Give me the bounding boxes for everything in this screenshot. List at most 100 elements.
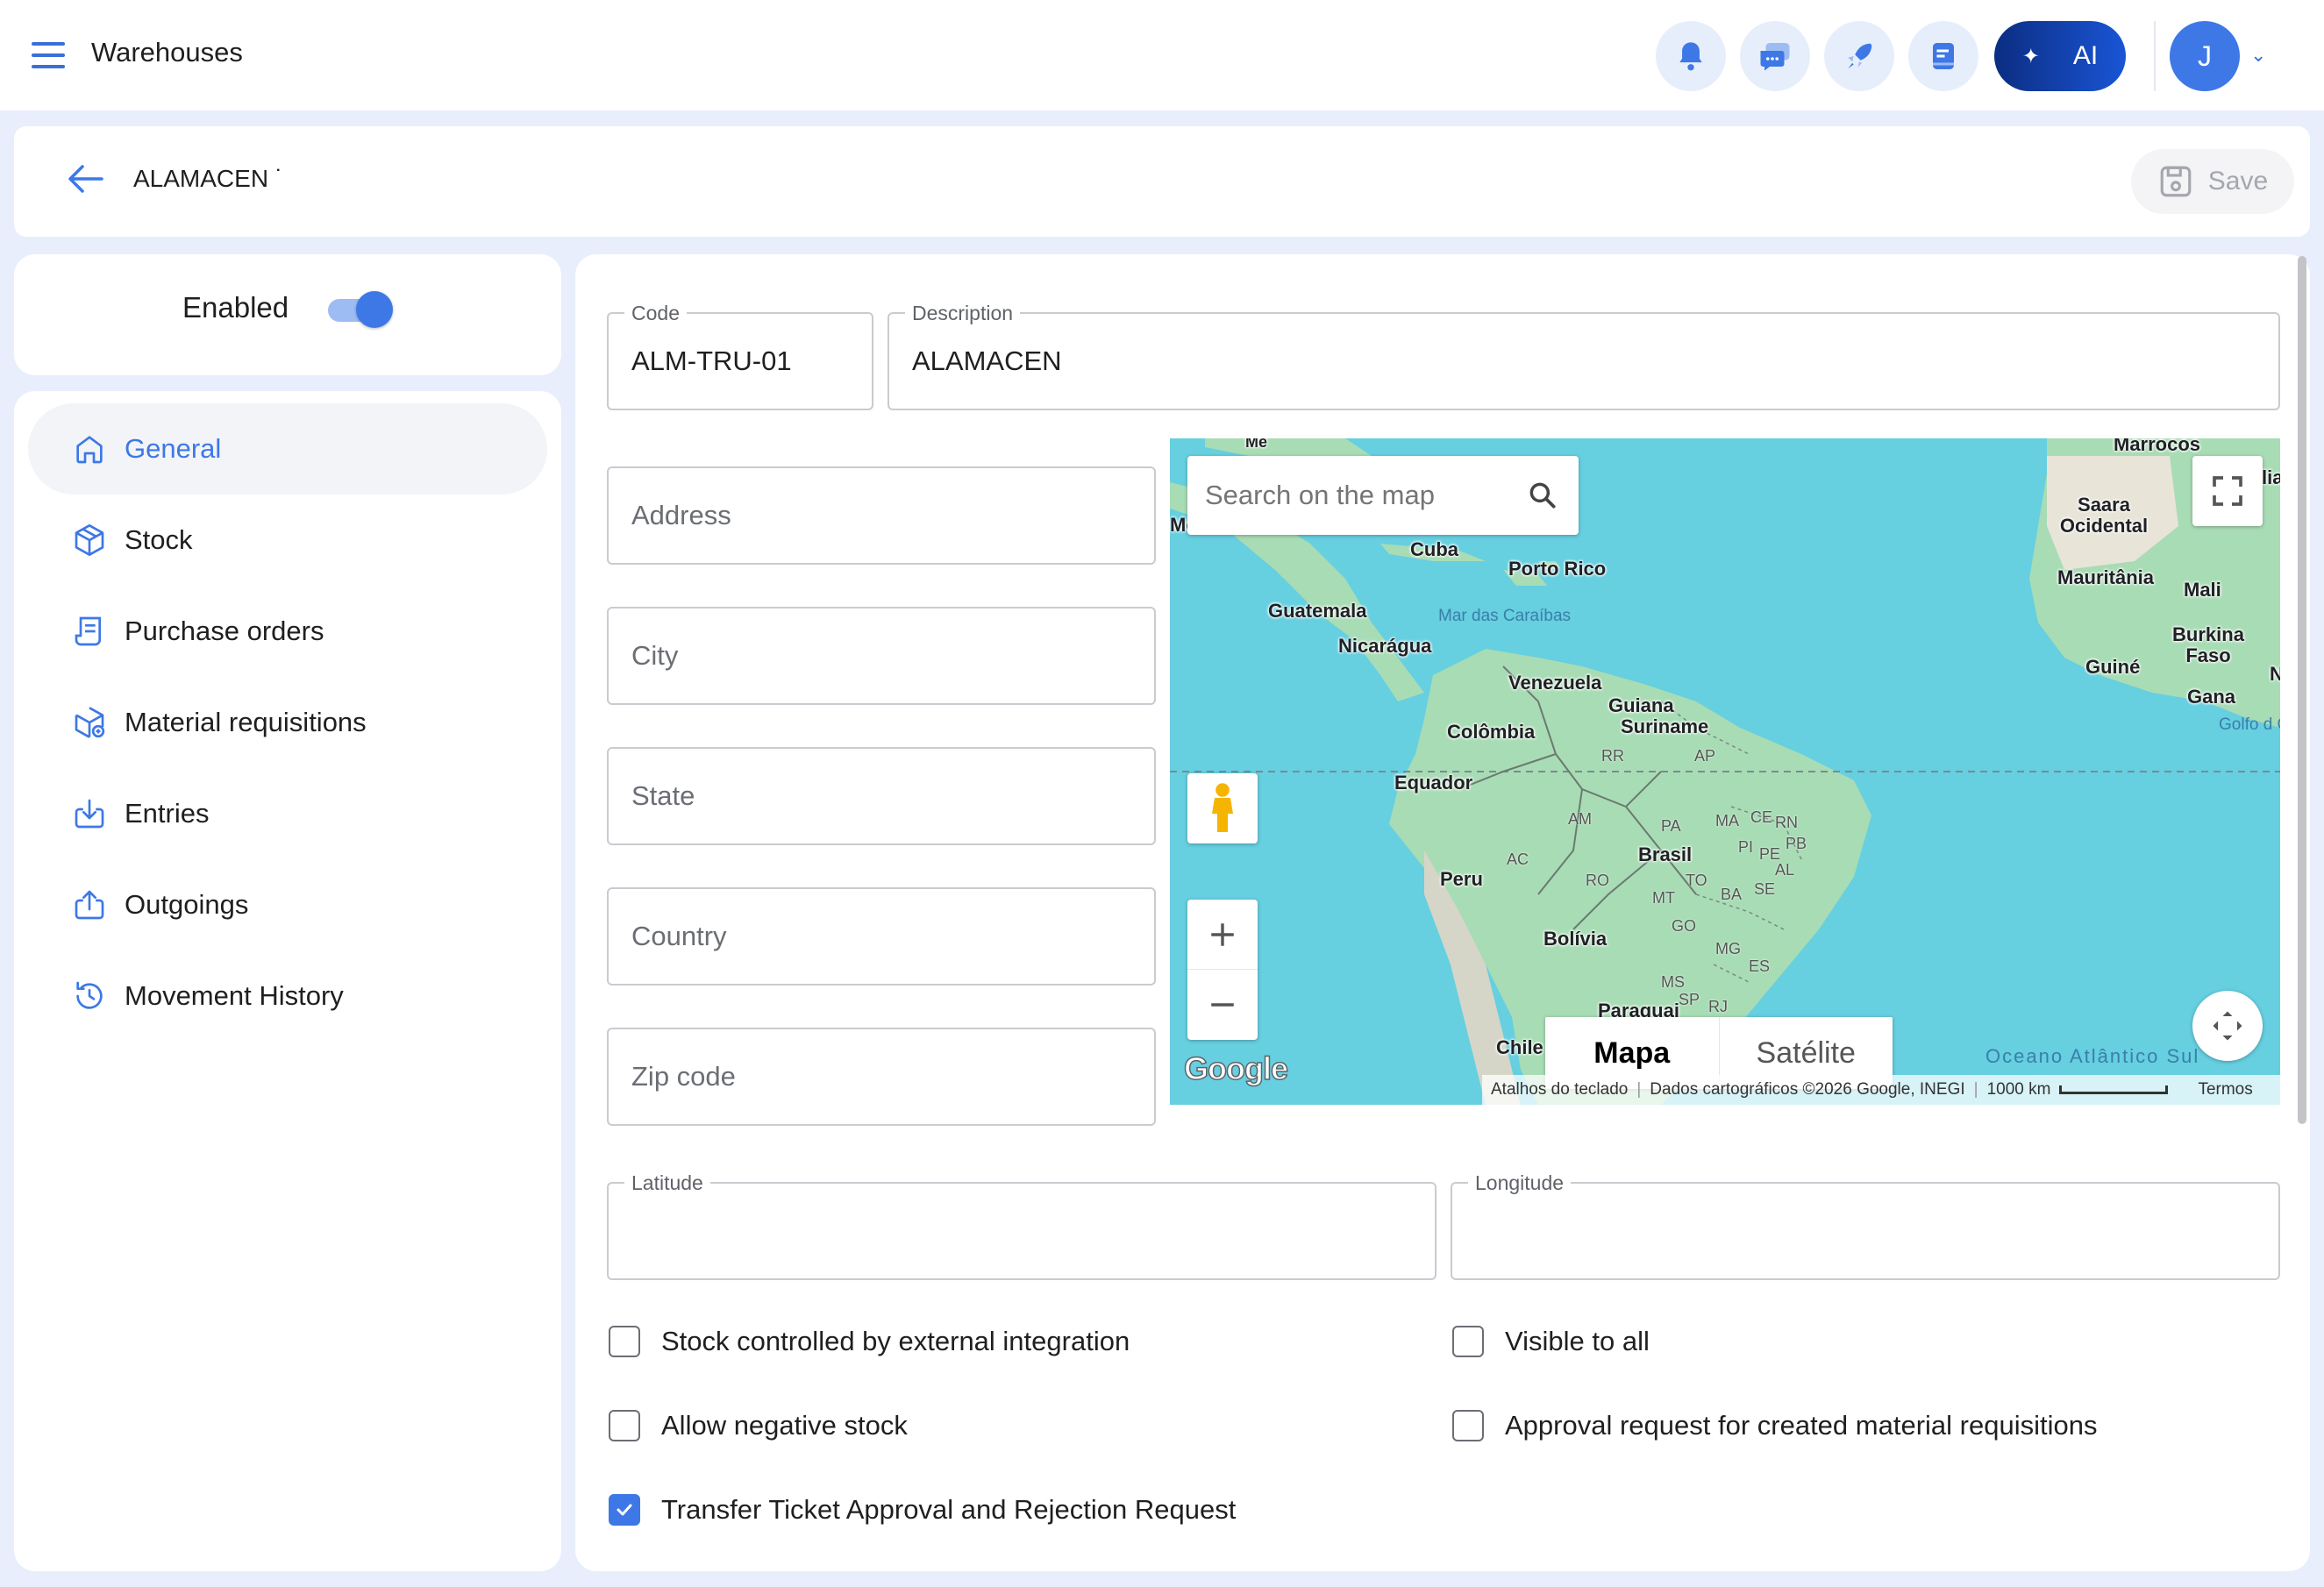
map-label-ecuador: Equador bbox=[1394, 772, 1473, 794]
bell-icon[interactable] bbox=[1656, 21, 1726, 91]
map-state-label: BA bbox=[1721, 886, 1743, 903]
map-label-guiana: Guiana bbox=[1608, 694, 1674, 716]
nav-item-label: Material requisitions bbox=[125, 707, 367, 737]
allow-negative-checkbox[interactable] bbox=[609, 1410, 640, 1441]
longitude-label: Longitude bbox=[1468, 1171, 1572, 1195]
back-arrow-icon[interactable] bbox=[67, 163, 103, 199]
checkmark-icon bbox=[617, 1504, 632, 1516]
nav-item-purchase-orders[interactable]: Purchase orders bbox=[28, 586, 547, 677]
ai-assistant-button[interactable]: ✦ AI bbox=[1994, 21, 2126, 91]
visible-to-all-checkbox[interactable] bbox=[1452, 1326, 1484, 1357]
map-search-input[interactable] bbox=[1205, 456, 1521, 535]
map-label-venezuela: Venezuela bbox=[1508, 672, 1602, 694]
state-field[interactable] bbox=[607, 747, 1156, 845]
map-state-label: RN bbox=[1775, 814, 1798, 831]
map-state-label: SE bbox=[1754, 880, 1776, 898]
stock-external-option[interactable]: Stock controlled by external integration bbox=[609, 1326, 1130, 1357]
map-state-label: AL bbox=[1775, 861, 1795, 879]
map-label-lia: lia bbox=[2262, 466, 2280, 488]
map-data-attribution: Dados cartográficos ©2026 Google, INEGI bbox=[1650, 1080, 1965, 1099]
map-scale-label[interactable]: 1000 km bbox=[1987, 1080, 2051, 1100]
approval-requisitions-option[interactable]: Approval request for created material re… bbox=[1452, 1410, 2097, 1441]
address-field[interactable] bbox=[607, 466, 1156, 565]
rocket-icon[interactable] bbox=[1824, 21, 1894, 91]
zoom-in-icon[interactable] bbox=[1187, 900, 1258, 970]
sparkle-icon: ✦ bbox=[2021, 44, 2040, 68]
search-icon[interactable] bbox=[1526, 479, 1559, 512]
save-button[interactable]: Save bbox=[2131, 149, 2294, 214]
city-input[interactable] bbox=[631, 608, 1145, 703]
map-state-label: AP bbox=[1694, 747, 1716, 765]
fullscreen-icon[interactable] bbox=[2192, 456, 2263, 526]
map-view[interactable]: Mé Marrocos lia Mé Cuba Porto Rico Guate… bbox=[1170, 438, 2280, 1105]
code-field[interactable]: Code ALM-TRU-01 bbox=[607, 302, 873, 410]
map-state-label: RJ bbox=[1708, 998, 1728, 1015]
address-input[interactable] bbox=[631, 468, 1145, 563]
zoom-control bbox=[1187, 900, 1258, 1040]
map-state-label: RR bbox=[1601, 747, 1624, 765]
scrollbar[interactable] bbox=[2298, 256, 2306, 1124]
map-label-marrocos: Mé bbox=[1245, 438, 1268, 451]
map-state-label: TO bbox=[1686, 872, 1707, 889]
camera-control-icon[interactable] bbox=[2192, 991, 2263, 1061]
map-attribution: Atalhos do teclado | Dados cartográficos… bbox=[1482, 1075, 2280, 1105]
material-requisition-icon bbox=[70, 703, 109, 742]
allow-negative-label: Allow negative stock bbox=[661, 1410, 908, 1441]
country-input[interactable] bbox=[631, 889, 1145, 984]
map-state-label: MA bbox=[1715, 812, 1739, 829]
map-label-peru: Peru bbox=[1440, 868, 1483, 890]
zip-code-field[interactable] bbox=[607, 1028, 1156, 1126]
city-field[interactable] bbox=[607, 607, 1156, 705]
chevron-down-icon[interactable]: ⌄ bbox=[2250, 44, 2266, 67]
terms-link[interactable]: Termos bbox=[2198, 1080, 2252, 1100]
box-icon bbox=[70, 521, 109, 559]
save-label: Save bbox=[2207, 167, 2269, 196]
chat-icon[interactable] bbox=[1740, 21, 1810, 91]
map-search-box[interactable] bbox=[1187, 456, 1579, 535]
approval-requisitions-label: Approval request for created material re… bbox=[1505, 1410, 2098, 1441]
enabled-toggle[interactable] bbox=[324, 291, 393, 328]
map-label-cuba: Cuba bbox=[1410, 538, 1458, 560]
approval-requisitions-checkbox[interactable] bbox=[1452, 1410, 1484, 1441]
map-state-label: MT bbox=[1652, 889, 1675, 907]
latitude-field[interactable]: Latitude bbox=[607, 1171, 1436, 1280]
map-label-oceano: Oceano Atlântico Sul bbox=[1985, 1045, 2200, 1067]
map-label-mauritania: Mauritânia bbox=[2057, 566, 2155, 588]
notes-icon[interactable] bbox=[1908, 21, 1978, 91]
nav-item-entries[interactable]: Entries bbox=[28, 768, 547, 859]
longitude-field[interactable]: Longitude bbox=[1451, 1171, 2280, 1280]
nav-item-stock[interactable]: Stock bbox=[28, 495, 547, 586]
allow-negative-option[interactable]: Allow negative stock bbox=[609, 1410, 908, 1441]
home-icon bbox=[70, 430, 109, 468]
zip-code-input[interactable] bbox=[631, 1029, 1145, 1124]
map-label-puerto-rico: Porto Rico bbox=[1508, 558, 1607, 580]
menu-icon[interactable] bbox=[32, 42, 65, 68]
street-view-pegman-icon[interactable] bbox=[1187, 773, 1258, 843]
transfer-ticket-option[interactable]: Transfer Ticket Approval and Rejection R… bbox=[609, 1494, 1236, 1526]
map-label-brasil: Brasil bbox=[1638, 843, 1693, 865]
keyboard-shortcuts-link[interactable]: Atalhos do teclado bbox=[1491, 1080, 1628, 1100]
map-state-label: RO bbox=[1586, 872, 1609, 889]
nav-item-material-requisitions[interactable]: Material requisitions bbox=[28, 677, 547, 768]
map-label-guatemala: Guatemala bbox=[1268, 600, 1367, 622]
nav-item-label: Movement History bbox=[125, 980, 344, 1011]
country-field[interactable] bbox=[607, 887, 1156, 986]
description-field[interactable]: Description ALAMACEN bbox=[888, 302, 2280, 410]
avatar[interactable]: J bbox=[2170, 21, 2240, 91]
transfer-ticket-label: Transfer Ticket Approval and Rejection R… bbox=[661, 1494, 1237, 1525]
latitude-label: Latitude bbox=[624, 1171, 710, 1195]
state-input[interactable] bbox=[631, 749, 1145, 843]
ai-label: AI bbox=[2072, 41, 2099, 70]
map-label-guine: Guiné bbox=[2085, 656, 2141, 678]
save-icon bbox=[2160, 166, 2192, 197]
nav-item-movement-history[interactable]: Movement History bbox=[28, 950, 547, 1042]
map-state-label: ES bbox=[1749, 957, 1771, 975]
transfer-ticket-checkbox[interactable] bbox=[609, 1494, 640, 1526]
visible-to-all-option[interactable]: Visible to all bbox=[1452, 1326, 1650, 1357]
stock-external-checkbox[interactable] bbox=[609, 1326, 640, 1357]
nav-item-general[interactable]: General bbox=[28, 403, 547, 495]
zoom-out-icon[interactable] bbox=[1187, 970, 1258, 1040]
map-state-label: MG bbox=[1715, 940, 1741, 957]
nav-item-outgoings[interactable]: Outgoings bbox=[28, 859, 547, 950]
nav-item-label: Purchase orders bbox=[125, 616, 324, 646]
